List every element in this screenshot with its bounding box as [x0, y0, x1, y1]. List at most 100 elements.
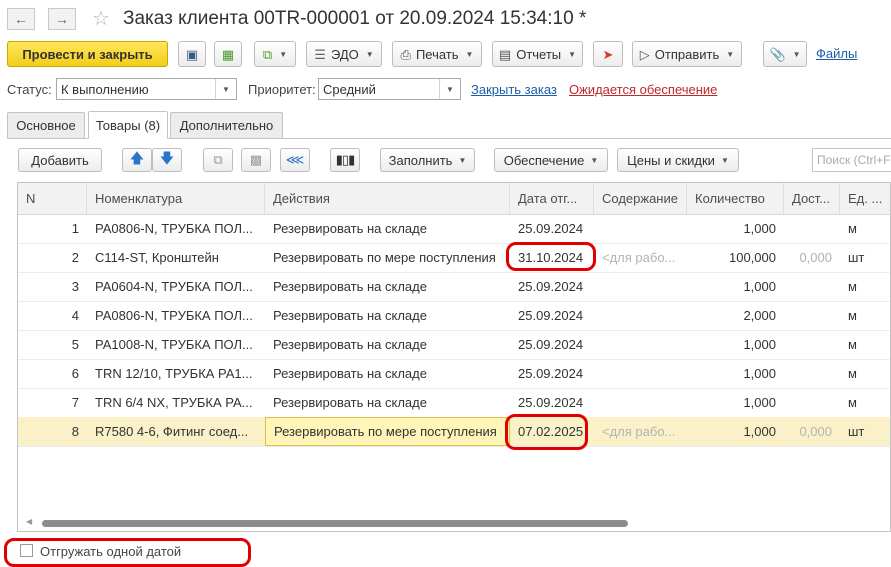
edo-button[interactable]: ☰ ЭДО ▼ [306, 41, 382, 67]
cell-available[interactable] [784, 301, 840, 330]
barcode-button[interactable]: ▮▯▮ [330, 148, 360, 172]
cell-quantity[interactable]: 1,000 [687, 272, 784, 301]
cell-action[interactable]: Резервировать на складе [265, 214, 510, 243]
cell-n[interactable]: 6 [18, 359, 87, 388]
fill-button[interactable]: Заполнить ▼ [380, 148, 475, 172]
cell-quantity[interactable]: 1,000 [687, 417, 784, 446]
cell-available[interactable] [784, 272, 840, 301]
scrollbar-thumb[interactable] [42, 520, 628, 527]
cell-action[interactable]: Резервировать на складе [265, 388, 510, 417]
cell-available[interactable]: 0,000 [784, 417, 840, 446]
cell-content[interactable] [594, 214, 687, 243]
column-header-ship-date[interactable]: Дата отг... [510, 183, 594, 214]
table-row[interactable]: 4 PA0806-N, ТРУБКА ПОЛ... Резервировать на… [18, 301, 890, 331]
cell-item[interactable]: PA0604-N, ТРУБКА ПОЛ... [87, 272, 265, 301]
cell-unit[interactable]: м [840, 214, 890, 243]
scroll-left-icon[interactable]: ◀ [26, 517, 32, 526]
copy-button[interactable]: ⧉ [203, 148, 233, 172]
column-header-item[interactable]: Номенклатура [87, 183, 265, 214]
cell-item[interactable]: TRN 12/10, ТРУБКА PA1... [87, 359, 265, 388]
cell-item[interactable]: R7580 4-6, Фитинг соед... [87, 417, 265, 446]
cell-content[interactable] [594, 388, 687, 417]
cell-action[interactable]: Резервировать на складе [265, 301, 510, 330]
send-button[interactable]: ▷ Отправить ▼ [632, 41, 742, 67]
attach-button[interactable]: 📎 ▼ [763, 41, 807, 67]
status-select[interactable]: К выполнению ▼ [56, 78, 237, 100]
cell-unit[interactable]: м [840, 272, 890, 301]
back-button[interactable]: ← [7, 8, 35, 30]
cell-quantity[interactable]: 1,000 [687, 388, 784, 417]
add-button[interactable]: Добавить [18, 148, 102, 172]
cell-content[interactable] [594, 301, 687, 330]
cell-ship-date[interactable]: 25.09.2024 [510, 301, 594, 330]
table-row[interactable]: 5 PA1008-N, ТРУБКА ПОЛ... Резервировать на… [18, 330, 890, 360]
tab-additional[interactable]: Дополнительно [170, 112, 283, 138]
cell-unit[interactable]: м [840, 330, 890, 359]
cell-content[interactable]: <для рабо... [594, 243, 687, 272]
cell-n[interactable]: 7 [18, 388, 87, 417]
save-button[interactable]: ▣ [178, 41, 206, 67]
cell-ship-date[interactable]: 25.09.2024 [510, 214, 594, 243]
cell-quantity[interactable]: 1,000 [687, 214, 784, 243]
forward-button[interactable]: → [48, 8, 76, 30]
column-header-n[interactable]: N [18, 183, 87, 214]
cell-n[interactable]: 3 [18, 272, 87, 301]
cell-ship-date[interactable]: 25.09.2024 [510, 388, 594, 417]
cell-n[interactable]: 8 [18, 417, 87, 446]
post-and-close-button[interactable]: Провести и закрыть [7, 41, 168, 67]
cell-n[interactable]: 1 [18, 214, 87, 243]
cell-action[interactable]: Резервировать на складе [265, 330, 510, 359]
cell-n[interactable]: 5 [18, 330, 87, 359]
column-header-content[interactable]: Содержание [594, 183, 687, 214]
column-header-available[interactable]: Дост... [784, 183, 840, 214]
move-up-button[interactable]: 🡅 [122, 148, 152, 172]
cell-quantity[interactable]: 1,000 [687, 359, 784, 388]
cell-action[interactable]: Резервировать на складе [265, 272, 510, 301]
cell-content[interactable] [594, 272, 687, 301]
cell-unit[interactable]: м [840, 388, 890, 417]
cell-available[interactable] [784, 330, 840, 359]
print-button[interactable]: ⎙ Печать ▼ [392, 41, 482, 67]
create-based-on-button[interactable]: ⧉ ▼ [254, 41, 296, 67]
tab-main[interactable]: Основное [7, 112, 85, 138]
chevron-down-icon[interactable]: ▼ [215, 79, 236, 99]
cell-unit[interactable]: шт [840, 417, 890, 446]
cell-available[interactable] [784, 214, 840, 243]
horizontal-scrollbar[interactable]: ◀ [22, 517, 891, 528]
prices-discounts-button[interactable]: Цены и скидки ▼ [617, 148, 739, 172]
table-row[interactable]: 2 C114-ST, Кронштейн Резервировать по мере… [18, 243, 890, 273]
cell-available[interactable] [784, 388, 840, 417]
flow-button[interactable]: ➤ [593, 41, 623, 67]
star-icon[interactable]: ☆ [92, 6, 110, 31]
close-order-link[interactable]: Закрыть заказ [471, 82, 557, 97]
tab-goods[interactable]: Товары (8) [88, 111, 168, 139]
awaiting-provision-link[interactable]: Ожидается обеспечение [569, 82, 717, 97]
cell-n[interactable]: 2 [18, 243, 87, 272]
cell-ship-date[interactable]: 25.09.2024 [510, 359, 594, 388]
cell-ship-date[interactable]: 25.09.2024 [510, 330, 594, 359]
column-header-quantity[interactable]: Количество [687, 183, 784, 214]
priority-select[interactable]: Средний ▼ [318, 78, 461, 100]
cell-unit[interactable]: шт [840, 243, 890, 272]
cell-quantity[interactable]: 100,000 [687, 243, 784, 272]
cell-n[interactable]: 4 [18, 301, 87, 330]
cell-item[interactable]: TRN 6/4 NX, ТРУБКА PA... [87, 388, 265, 417]
cell-ship-date[interactable]: 25.09.2024 [510, 272, 594, 301]
post-button[interactable]: ▦ [214, 41, 242, 67]
provision-button[interactable]: Обеспечение ▼ [494, 148, 608, 172]
cell-content[interactable] [594, 330, 687, 359]
cell-quantity[interactable]: 2,000 [687, 301, 784, 330]
cell-item[interactable]: PA1008-N, ТРУБКА ПОЛ... [87, 330, 265, 359]
cell-content[interactable]: <для рабо... [594, 417, 687, 446]
split-row-button[interactable]: ⋘ [280, 148, 310, 172]
cell-action[interactable]: Резервировать по мере поступления [265, 417, 510, 446]
table-row[interactable]: 8 R7580 4-6, Фитинг соед... Резервировать … [18, 417, 890, 447]
table-row[interactable]: 3 PA0604-N, ТРУБКА ПОЛ... Резервировать на… [18, 272, 890, 302]
cell-quantity[interactable]: 1,000 [687, 330, 784, 359]
table-row[interactable]: 6 TRN 12/10, ТРУБКА PA1... Резервировать н… [18, 359, 890, 389]
column-header-actions[interactable]: Действия [265, 183, 510, 214]
table-row[interactable]: 1 PA0806-N, ТРУБКА ПОЛ... Резервировать на… [18, 214, 890, 244]
cell-item[interactable]: PA0806-N, ТРУБКА ПОЛ... [87, 214, 265, 243]
chevron-down-icon[interactable]: ▼ [439, 79, 460, 99]
table-row[interactable]: 7 TRN 6/4 NX, ТРУБКА PA... Резервировать н… [18, 388, 890, 418]
